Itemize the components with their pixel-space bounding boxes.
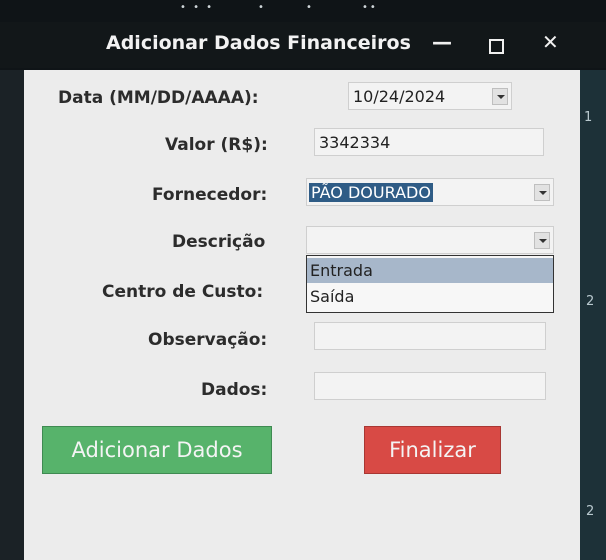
cost-center-label: Centro de Custo:	[102, 282, 264, 302]
observation-label: Observação:	[148, 330, 268, 350]
value-input[interactable]: 3342334	[314, 128, 544, 156]
add-data-button[interactable]: Adicionar Dados	[42, 426, 272, 474]
background-number: 2	[586, 294, 595, 309]
supplier-selected-value: PÃO DOURADO	[309, 183, 433, 202]
value-text: 3342334	[319, 133, 391, 152]
window-title: Adicionar Dados Financeiros	[106, 32, 411, 54]
supplier-select[interactable]: PÃO DOURADO	[306, 178, 554, 206]
minimize-button[interactable]: —	[432, 30, 452, 54]
background-window-edge: 1 2 2	[580, 70, 606, 560]
description-label: Descrição	[172, 232, 266, 252]
value-label: Valor (R$):	[165, 135, 268, 155]
maximize-button[interactable]	[489, 39, 504, 54]
data-input[interactable]	[314, 372, 546, 400]
indicator-dot: •	[258, 2, 266, 13]
date-value: 10/24/2024	[353, 87, 446, 106]
indicator-dot: ••	[362, 2, 378, 13]
background-number: 1	[584, 110, 593, 125]
title-bar[interactable]: Adicionar Dados Financeiros — ✕	[0, 22, 606, 68]
background-number: 2	[586, 504, 595, 519]
option-saida[interactable]: Saída	[307, 284, 553, 309]
finish-button[interactable]: Finalizar	[364, 426, 501, 474]
description-options-list[interactable]: Entrada Saída	[306, 255, 554, 313]
option-entrada[interactable]: Entrada	[307, 258, 553, 283]
description-dropdown-icon[interactable]	[534, 232, 550, 249]
data-label: Dados:	[201, 380, 268, 400]
date-picker[interactable]: 10/24/2024	[348, 82, 512, 110]
form-panel: Data (MM/DD/AAAA): 10/24/2024 Valor (R$)…	[24, 70, 580, 560]
description-select[interactable]	[306, 226, 554, 254]
date-dropdown-icon[interactable]	[492, 88, 508, 105]
close-button[interactable]: ✕	[542, 30, 559, 54]
supplier-dropdown-icon[interactable]	[534, 184, 550, 201]
observation-input[interactable]	[314, 322, 546, 350]
indicator-dot: •	[306, 2, 314, 13]
date-label: Data (MM/DD/AAAA):	[58, 88, 259, 108]
indicator-dots: • • •	[180, 2, 215, 13]
supplier-label: Fornecedor:	[152, 185, 268, 205]
